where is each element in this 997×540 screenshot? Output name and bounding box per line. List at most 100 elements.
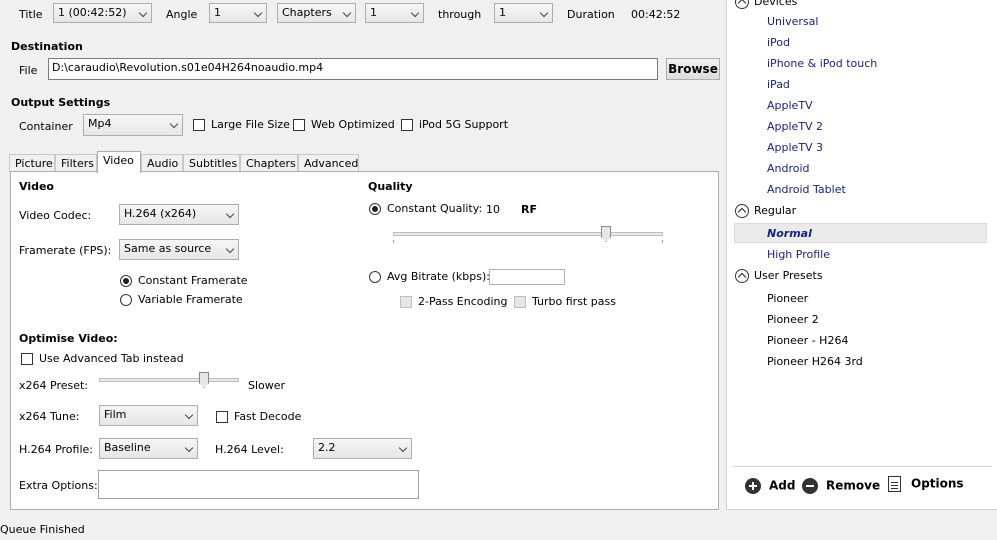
title-select[interactable]: 1 (00:42:52) [53,3,152,23]
group-label-devices: Devices [754,0,798,8]
browse-button[interactable]: Browse [666,58,720,80]
constant-quality-radio[interactable] [369,203,381,215]
web-optimized-checkbox[interactable] [293,119,305,131]
turbo-first-pass-checkbox[interactable] [514,296,526,308]
collapse-icon[interactable] [735,269,749,283]
variable-framerate-radio[interactable] [120,294,132,306]
rf-label: RF [521,203,537,216]
avg-bitrate-input[interactable] [489,269,565,285]
tab-advanced[interactable]: Advanced [298,154,359,172]
preset-item-selected[interactable]: Normal [767,227,812,240]
preset-options-button[interactable]: Options [888,476,964,492]
video-codec-select[interactable]: H.264 (x264) [119,204,239,225]
preset-item[interactable]: AppleTV 3 [767,141,823,154]
large-file-size-checkbox[interactable] [193,119,205,131]
tab-video[interactable]: Video [97,151,141,173]
use-advanced-tab-checkbox[interactable] [21,353,33,365]
duration-label: Duration [567,8,615,21]
extra-options-label: Extra Options: [19,479,98,492]
preset-item[interactable]: Pioneer - H264 [767,334,848,347]
two-pass-checkbox[interactable] [400,296,412,308]
preset-item[interactable]: iPad [767,78,790,91]
preset-slider-thumb[interactable] [199,372,209,388]
rf-slider-track [393,232,663,236]
preset-slider-track [99,378,239,382]
tab-picture[interactable]: Picture [9,154,55,172]
x264-preset-slider[interactable] [99,370,239,390]
preset-item[interactable]: iPod [767,36,790,49]
framerate-select[interactable]: Same as source [119,239,239,260]
video-codec-value: H.264 (x264) [124,207,197,220]
presets-group-regular[interactable]: Regular [735,204,796,218]
collapse-icon[interactable] [735,0,749,9]
range-end-value: 1 [499,6,506,19]
fast-decode-checkbox[interactable] [216,411,228,423]
ipod-5g-checkbox[interactable] [401,119,413,131]
presets-panel: Devices Universal iPod iPhone & iPod tou… [726,0,997,510]
container-label: Container [19,120,73,133]
file-label: File [19,64,38,77]
range-start-select[interactable]: 1 [365,3,424,23]
group-label-user: User Presets [754,269,823,282]
duration-value: 00:42:52 [631,8,681,21]
tab-chapters[interactable]: Chapters [240,154,298,172]
status-text: Queue Finished [0,523,85,536]
document-icon [888,476,901,492]
preset-item[interactable]: AppleTV [767,99,813,112]
tab-audio[interactable]: Audio [141,154,183,172]
chevron-down-icon [342,8,352,18]
rf-slider[interactable] [393,224,663,244]
presets-group-devices[interactable]: Devices [735,0,797,9]
preset-item[interactable]: Universal [767,15,818,28]
preset-item[interactable]: Android [767,162,810,175]
x264-tune-select[interactable]: Film [99,405,198,426]
preset-item[interactable]: AppleTV 2 [767,120,823,133]
x264-tune-label: x264 Tune: [19,410,80,423]
preset-item[interactable]: iPhone & iPod touch [767,57,877,70]
range-end-select[interactable]: 1 [494,3,553,23]
angle-label: Angle [166,8,198,21]
preset-item[interactable]: Pioneer H264 3rd [767,355,863,368]
chevron-down-icon [253,8,263,18]
avg-bitrate-label: Avg Bitrate (kbps): [387,270,490,283]
file-path-input[interactable]: D:\caraudio\Revolution.s01e04H264noaudio… [48,58,658,80]
video-codec-label: Video Codec: [19,209,92,222]
turbo-first-pass-label: Turbo first pass [532,295,616,308]
angle-select[interactable]: 1 [209,3,267,23]
container-select[interactable]: Mp4 [83,114,183,136]
container-select-value: Mp4 [88,117,112,130]
group-label-regular: Regular [754,204,797,217]
remove-icon [802,478,818,494]
x264-preset-value: Slower [248,379,286,392]
chevron-down-icon [184,443,194,453]
preset-item[interactable]: Android Tablet [767,183,846,196]
tab-subtitles[interactable]: Subtitles [183,154,240,172]
chevron-down-icon [138,8,148,18]
h264-level-select[interactable]: 2.2 [313,438,412,459]
ipod-5g-label: iPod 5G Support [419,118,509,131]
chevron-down-icon [225,209,235,219]
chevron-down-icon [539,8,549,18]
constant-quality-value: 10 [486,203,500,216]
extra-options-input[interactable] [98,470,419,499]
add-preset-button[interactable]: Add [745,478,795,494]
avg-bitrate-radio[interactable] [369,271,381,283]
preset-item[interactable]: Pioneer [767,292,808,305]
remove-preset-button[interactable]: Remove [802,478,880,494]
x264-preset-label: x264 Preset: [19,379,89,392]
rf-slider-thumb[interactable] [601,226,611,242]
preset-item[interactable]: Pioneer 2 [767,313,819,326]
title-label: Title [19,8,43,21]
constant-framerate-radio[interactable] [120,275,132,287]
range-type-select[interactable]: Chapters [277,3,356,23]
presets-group-user[interactable]: User Presets [735,269,823,283]
h264-profile-select[interactable]: Baseline [99,438,198,459]
tab-filters[interactable]: Filters [55,154,97,172]
title-select-value: 1 (00:42:52) [58,6,127,19]
x264-tune-value: Film [104,408,127,421]
status-bar: Queue Finished [0,518,997,540]
preset-item[interactable]: High Profile [767,248,830,261]
collapse-icon[interactable] [735,204,749,218]
angle-select-value: 1 [214,6,221,19]
quality-heading: Quality [368,180,413,193]
